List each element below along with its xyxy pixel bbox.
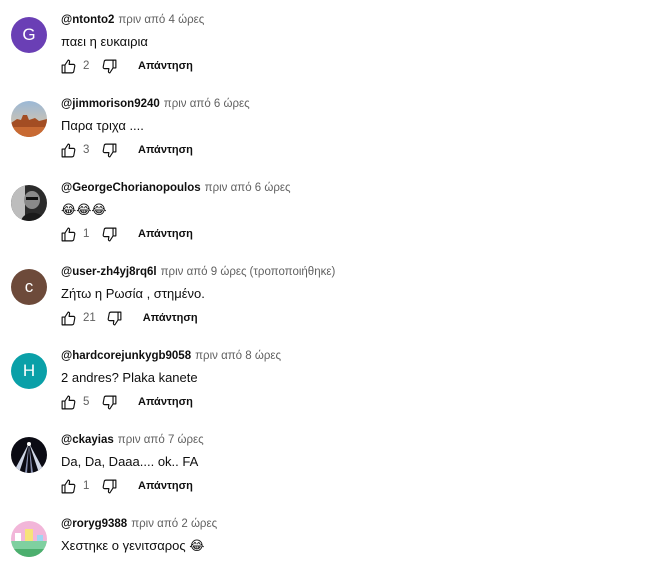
reply-button[interactable]: Απάντηση (138, 228, 193, 240)
like-count: 3 (83, 144, 90, 156)
dislike-button[interactable] (101, 58, 118, 75)
comment-time[interactable]: πριν από 2 ώρες (131, 518, 217, 530)
thumbs-down-icon (102, 143, 117, 157)
desert-landscape-icon (11, 101, 47, 137)
comment-author[interactable]: @GeorgeChorianopoulos (61, 182, 201, 194)
dislike-button[interactable] (101, 226, 118, 243)
like-button[interactable] (60, 58, 77, 75)
comment-actions: 1 Απάντηση (60, 476, 193, 496)
comment-header: @GeorgeChorianopoulos πριν από 6 ώρες (61, 182, 291, 194)
comment-time[interactable]: πριν από 7 ώρες (118, 434, 204, 446)
like-count: 1 (83, 480, 90, 492)
comment-time[interactable]: πριν από 9 ώρες (161, 266, 247, 278)
comment-time[interactable]: πριν από 4 ώρες (118, 14, 204, 26)
avatar-letter: H (22, 361, 36, 380)
like-button[interactable] (60, 310, 77, 327)
comment-time[interactable]: πριν από 6 ώρες (164, 98, 250, 110)
comment-text: Παρα τριχα .... (61, 118, 144, 133)
comment-thread: G @ntonto2 πριν από 4 ώρες παει η ευκαιρι… (0, 0, 650, 84)
dislike-button[interactable] (106, 310, 123, 327)
avatar[interactable]: c (11, 269, 47, 305)
comment-time[interactable]: πριν από 8 ώρες (195, 350, 281, 362)
thumbs-up-icon (61, 59, 76, 73)
thumbs-down-icon (102, 59, 117, 73)
comment-text: παει η ευκαιρια (61, 34, 148, 49)
comment-emoji: 😂 (189, 538, 205, 553)
comment-text: Da, Da, Daaa.... ok.. FA (61, 454, 199, 469)
avatar[interactable]: H (11, 353, 47, 389)
comment-thread: c @user-zh4yj8rq6l πριν από 9 ώρες (τροποπ… (0, 252, 650, 336)
comment-header: @jimmorison9240 πριν από 6 ώρες (61, 98, 250, 110)
like-count: 21 (83, 312, 96, 324)
comment-actions: 21 Απάντηση (60, 308, 198, 328)
avatar-letter: G (22, 25, 36, 44)
thumbs-down-icon (102, 479, 117, 493)
dislike-button[interactable] (101, 394, 118, 411)
thumbs-up-icon (61, 311, 76, 325)
thumbs-up-icon (61, 227, 76, 241)
comment-author[interactable]: @roryg9388 (61, 518, 127, 530)
thumbs-down-icon (102, 395, 117, 409)
thumbs-up-icon (61, 395, 76, 409)
reply-button[interactable]: Απάντηση (143, 312, 198, 324)
comment-text: 2 andres? Plaka kanete (61, 370, 198, 385)
reply-button[interactable]: Απάντηση (138, 144, 193, 156)
comment-actions: 3 Απάντηση (60, 140, 193, 160)
comment-header: @user-zh4yj8rq6l πριν από 9 ώρες (τροποποι… (61, 266, 335, 278)
like-button[interactable] (60, 226, 77, 243)
comment-author[interactable]: @jimmorison9240 (61, 98, 160, 110)
comments-section: G @ntonto2 πριν από 4 ώρες παει η ευκαιρι… (0, 0, 650, 561)
reply-button[interactable]: Απάντηση (138, 480, 193, 492)
avatar[interactable] (11, 437, 47, 473)
reply-button[interactable]: Απάντηση (138, 60, 193, 72)
comment-header: @ckayias πριν από 7 ώρες (61, 434, 204, 446)
comment-actions: 2 Απάντηση (60, 56, 193, 76)
edited-label: (τροποποιήθηκε) (249, 266, 336, 278)
thumbs-down-icon (107, 311, 122, 325)
comment-text: 😂😂😂 (61, 202, 107, 217)
avatar[interactable] (11, 101, 47, 137)
comment-text-body: Χεστηκε ο γενιτσαρος (61, 538, 186, 553)
avatar[interactable] (11, 521, 47, 557)
light-rays-icon (11, 437, 47, 473)
comment-actions: 5 Απάντηση (60, 392, 193, 412)
pixel-landscape-icon (11, 521, 47, 557)
avatar-letter: c (24, 277, 34, 296)
comment-author[interactable]: @hardcorejunkygb9058 (61, 350, 191, 362)
comment-thread: H @hardcorejunkygb9058 πριν από 8 ώρες 2 … (0, 336, 650, 420)
avatar[interactable]: G (11, 17, 47, 53)
comment-actions: 1 Απάντηση (60, 224, 193, 244)
dislike-button[interactable] (101, 142, 118, 159)
comment-header: @ntonto2 πριν από 4 ώρες (61, 14, 204, 26)
portrait-photo-icon (11, 185, 47, 221)
comment-time[interactable]: πριν από 6 ώρες (205, 182, 291, 194)
comment-thread: @jimmorison9240 πριν από 6 ώρες Παρα τριχ… (0, 84, 650, 168)
avatar[interactable] (11, 185, 47, 221)
comment-author[interactable]: @user-zh4yj8rq6l (61, 266, 157, 278)
like-button[interactable] (60, 478, 77, 495)
like-count: 5 (83, 396, 90, 408)
thumbs-up-icon (61, 143, 76, 157)
dislike-button[interactable] (101, 478, 118, 495)
like-count: 1 (83, 228, 90, 240)
thumbs-down-icon (102, 227, 117, 241)
comment-thread: @roryg9388 πριν από 2 ώρες Χεστηκε ο γενι… (0, 504, 650, 561)
comment-thread: @GeorgeChorianopoulos πριν από 6 ώρες 😂😂😂… (0, 168, 650, 252)
comment-text: Ζήτω η Ρωσία , στημένο. (61, 286, 205, 301)
like-count: 2 (83, 60, 90, 72)
comment-author[interactable]: @ntonto2 (61, 14, 114, 26)
comment-header: @hardcorejunkygb9058 πριν από 8 ώρες (61, 350, 281, 362)
comment-thread: @ckayias πριν από 7 ώρες Da, Da, Daaa....… (0, 420, 650, 504)
comment-text: Χεστηκε ο γενιτσαρος 😂 (61, 538, 205, 554)
thumbs-up-icon (61, 479, 76, 493)
comment-header: @roryg9388 πριν από 2 ώρες (61, 518, 217, 530)
reply-button[interactable]: Απάντηση (138, 396, 193, 408)
like-button[interactable] (60, 142, 77, 159)
comment-author[interactable]: @ckayias (61, 434, 114, 446)
like-button[interactable] (60, 394, 77, 411)
